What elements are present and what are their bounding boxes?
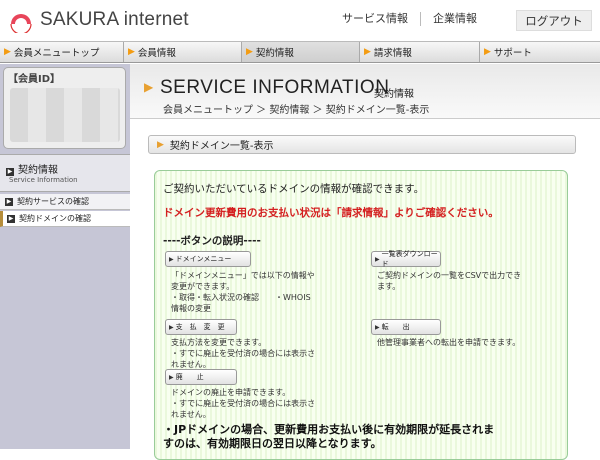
brand-name: SAKURA internet [40,9,189,30]
sidebar-section-header: ▶ 契約情報 Service Information [0,154,130,192]
arrow-icon: ▶ [246,47,253,57]
page-title: SERVICE INFORMATION [160,77,390,98]
section-title: 契約ドメイン一覧-表示 [169,141,274,152]
section-arrow-icon: ▶ [157,139,164,150]
arrow-icon: ▶ [364,47,371,57]
sidebar-section-label: 契約情報 [18,165,58,176]
page-subtitle: 契約情報 [374,89,414,100]
nav-member-top[interactable]: ▶ 会員メニュートップ [0,42,124,62]
main-nav: ▶ 会員メニュートップ ▶ 会員情報 ▶ 契約情報 ▶ 請求情報 ▶ サポート [0,41,600,63]
billing-warning: ドメイン更新費用のお支払い状況は「請求情報」よりご確認ください。 [163,207,499,219]
domain-menu-button[interactable]: ▶ ドメインメニュー [165,251,251,267]
section-bar: ▶ 契約ドメイン一覧-表示 [148,135,576,154]
nav-label: 請求情報 [373,48,412,59]
button-label: ドメインメニュー [175,255,232,263]
member-id-label: 【会員ID】 [8,74,61,85]
arrow-icon: ▶ [6,168,14,176]
button-heading: ----ボタンの説明---- [163,235,261,247]
arrow-icon: ▶ [169,373,174,381]
nav-label: 会員メニュートップ [13,48,100,59]
nav-support[interactable]: ▶ サポート [480,42,600,62]
top-header: SAKURA internet サービス情報 企業情報 ログアウト [0,0,600,40]
title-band: ▶ SERVICE INFORMATION 契約情報 会員メニュートップ ＞ 契… [130,64,600,119]
company-info-link[interactable]: 企業情報 [421,12,489,26]
header-links: サービス情報 企業情報 [330,12,489,26]
nav-label: サポート [493,48,532,59]
nav-label: 会員情報 [137,48,176,59]
payment-change-button[interactable]: ▶ 支 払 変 更 [165,319,237,335]
nav-member-info[interactable]: ▶ 会員情報 [124,42,242,62]
jp-domain-note: ・JPドメインの場合、更新費用お支払い後に有効期限が延長されますのは、有効期限日… [163,423,495,450]
arrow-icon: ▶ [169,323,174,331]
info-panel: ご契約いただいているドメインの情報が確認できます。 ドメイン更新費用のお支払い状… [154,170,568,460]
service-info-link[interactable]: サービス情報 [330,12,421,26]
sidebar-item-label: 契約ドメインの確認 [19,214,91,223]
arrow-icon: ▶ [7,214,15,223]
arrow-icon: ▶ [375,255,380,263]
transfer-out-button[interactable]: ▶ 転 出 [371,319,441,335]
nav-label: 契約情報 [255,48,294,59]
arrow-icon: ▶ [375,323,380,331]
arrow-icon: ▶ [169,255,174,263]
sidebar-section-title: ▶ 契約情報 [6,161,58,176]
button-label: 一覧表ダウンロード [381,250,438,268]
brand-logo[interactable]: SAKURA internet [8,6,189,35]
logout-button[interactable]: ログアウト [516,10,592,31]
nav-billing-info[interactable]: ▶ 請求情報 [360,42,480,62]
sakura-logo-icon [8,7,34,35]
sidebar-item-contract-domains[interactable]: ▶ 契約ドメインの確認 [0,211,130,227]
button-label: 支 払 変 更 [175,323,225,331]
blurred-member-info [10,88,120,142]
arrow-icon: ▶ [128,47,135,57]
member-id-box: 【会員ID】 [3,67,126,149]
intro-text: ご契約いただいているドメインの情報が確認できます。 [163,183,425,195]
list-download-button[interactable]: ▶ 一覧表ダウンロード [371,250,441,268]
nav-contract-info[interactable]: ▶ 契約情報 [242,42,360,62]
arrow-icon: ▶ [484,47,491,57]
domain-menu-desc: 「ドメインメニュー」では以下の情報や 変更ができます。 ・取得・転入状況の確認 … [171,271,315,313]
transfer-out-desc: 他管理事業者への転出を申請できます。 [377,338,521,347]
sidebar-section-subtitle: Service Information [9,176,78,184]
cancel-domain-desc: ドメインの廃止を申請できます。 ・すでに廃止を受付済の場合には表示さ れません。 [171,388,316,419]
cancel-domain-button[interactable]: ▶ 廃 止 [165,369,237,385]
sidebar-item-contract-services[interactable]: ▶ 契約サービスの確認 [0,194,130,210]
main-content: ▶ SERVICE INFORMATION 契約情報 会員メニュートップ ＞ 契… [130,64,600,460]
button-label: 転 出 [381,323,410,331]
arrow-icon: ▶ [5,197,13,206]
sidebar: 【会員ID】 ▶ 契約情報 Service Information ▶ 契約サービス… [0,64,130,449]
button-label: 廃 止 [175,373,204,381]
sidebar-item-label: 契約サービスの確認 [17,197,89,206]
arrow-icon: ▶ [4,47,11,57]
title-arrow-icon: ▶ [144,80,154,94]
list-download-desc: ご契約ドメインの一覧をCSVで出力でき ます。 [377,271,522,291]
breadcrumb: 会員メニュートップ ＞ 契約情報 ＞ 契約ドメイン一覧-表示 [163,105,430,116]
payment-change-desc: 支払方法を変更できます。 ・すでに廃止を受付済の場合には表示さ れません。 [171,338,316,369]
